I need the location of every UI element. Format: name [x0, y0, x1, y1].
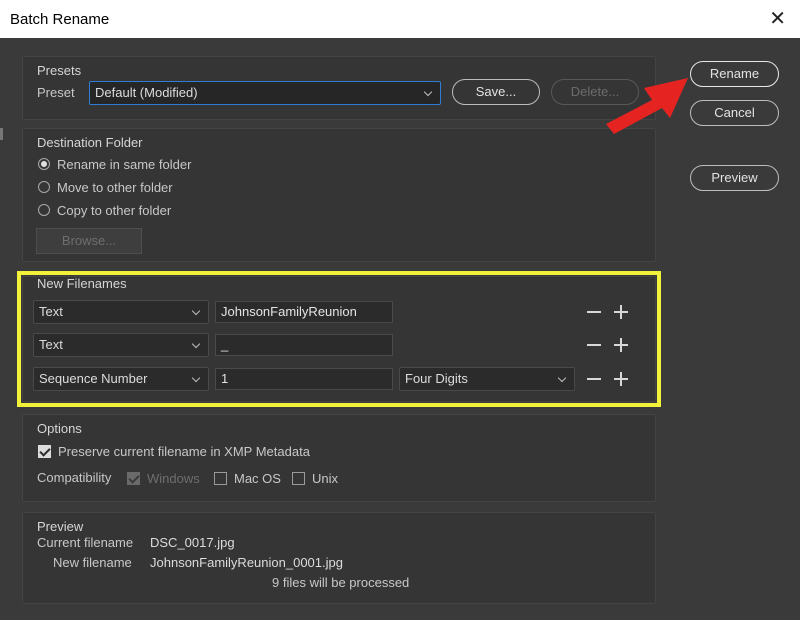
- browse-button[interactable]: Browse...: [36, 228, 142, 254]
- new-filenames-title: New Filenames: [37, 276, 127, 291]
- options-panel: Options Preserve current filename in XMP…: [22, 414, 656, 502]
- window-title: Batch Rename: [10, 11, 110, 28]
- filename-row-3-type-select[interactable]: Sequence Number: [33, 367, 209, 391]
- unix-label: Unix: [312, 471, 339, 486]
- rename-button[interactable]: Rename: [690, 61, 779, 87]
- windows-label: Windows: [147, 471, 200, 486]
- minus-icon[interactable]: [587, 305, 601, 319]
- filename-row-1-text-input[interactable]: JohnsonFamilyReunion: [215, 301, 393, 323]
- filename-row-3-type-value: Sequence Number: [39, 371, 148, 386]
- preview-panel: Preview Current filename DSC_0017.jpg Ne…: [22, 512, 656, 604]
- option-rename-same-folder: Rename in same folder: [57, 157, 192, 172]
- filename-row-3-start-input[interactable]: 1: [215, 368, 393, 390]
- save-preset-button[interactable]: Save...: [452, 79, 540, 105]
- macos-label: Mac OS: [234, 471, 281, 486]
- preset-select-value: Default (Modified): [95, 85, 198, 100]
- plus-icon[interactable]: [614, 338, 628, 352]
- plus-icon[interactable]: [614, 372, 628, 386]
- filename-row-1-type-value: Text: [39, 304, 63, 319]
- filename-row-2-type-select[interactable]: Text: [33, 333, 209, 357]
- close-icon[interactable]: ✕: [769, 7, 786, 31]
- chevron-down-icon: [192, 334, 202, 356]
- filename-row-3-digits-value: Four Digits: [405, 371, 468, 386]
- new-filename-value: JohnsonFamilyReunion_0001.jpg: [150, 555, 343, 570]
- filename-row-3-digits-select[interactable]: Four Digits: [399, 367, 575, 391]
- current-filename-label: Current filename: [37, 535, 134, 550]
- preserve-filename-checkbox[interactable]: [38, 445, 51, 458]
- radio-rename-same-folder[interactable]: [38, 158, 50, 170]
- preserve-filename-label: Preserve current filename in XMP Metadat…: [58, 444, 310, 459]
- filename-row-2-text-input[interactable]: _: [215, 334, 393, 356]
- minus-icon[interactable]: [587, 372, 601, 386]
- presets-title: Presets: [37, 63, 82, 78]
- new-filename-label: New filename: [53, 555, 132, 570]
- edge-marker: [0, 128, 3, 140]
- option-copy-other-folder: Copy to other folder: [57, 203, 172, 218]
- preset-select[interactable]: Default (Modified): [89, 81, 441, 105]
- preview-button[interactable]: Preview: [690, 165, 779, 191]
- files-processed-status: 9 files will be processed: [272, 575, 410, 590]
- preview-title: Preview: [37, 519, 84, 534]
- radio-move-other-folder[interactable]: [38, 181, 50, 193]
- option-move-other-folder: Move to other folder: [57, 180, 173, 195]
- compatibility-label: Compatibility: [37, 470, 112, 485]
- red-arrow-annotation: [606, 78, 688, 134]
- windows-checkbox[interactable]: [127, 472, 140, 485]
- filename-row-1-type-select[interactable]: Text: [33, 300, 209, 324]
- current-filename-value: DSC_0017.jpg: [150, 535, 235, 550]
- new-filenames-panel: New Filenames Text JohnsonFamilyReunion …: [22, 276, 656, 402]
- destination-panel: Destination Folder Rename in same folder…: [22, 128, 656, 262]
- plus-icon[interactable]: [614, 305, 628, 319]
- radio-copy-other-folder[interactable]: [38, 204, 50, 216]
- destination-title: Destination Folder: [37, 135, 143, 150]
- macos-checkbox[interactable]: [214, 472, 227, 485]
- unix-checkbox[interactable]: [292, 472, 305, 485]
- minus-icon[interactable]: [587, 338, 601, 352]
- title-bar: Batch Rename ✕: [0, 0, 800, 38]
- chevron-down-icon: [192, 301, 202, 323]
- chevron-down-icon: [558, 368, 568, 390]
- preset-label: Preset: [37, 85, 75, 100]
- presets-panel: Presets Preset Default (Modified) Save..…: [22, 56, 656, 120]
- chevron-down-icon: [424, 82, 434, 104]
- cancel-button[interactable]: Cancel: [690, 100, 779, 126]
- filename-row-2-type-value: Text: [39, 337, 63, 352]
- chevron-down-icon: [192, 368, 202, 390]
- options-title: Options: [37, 421, 82, 436]
